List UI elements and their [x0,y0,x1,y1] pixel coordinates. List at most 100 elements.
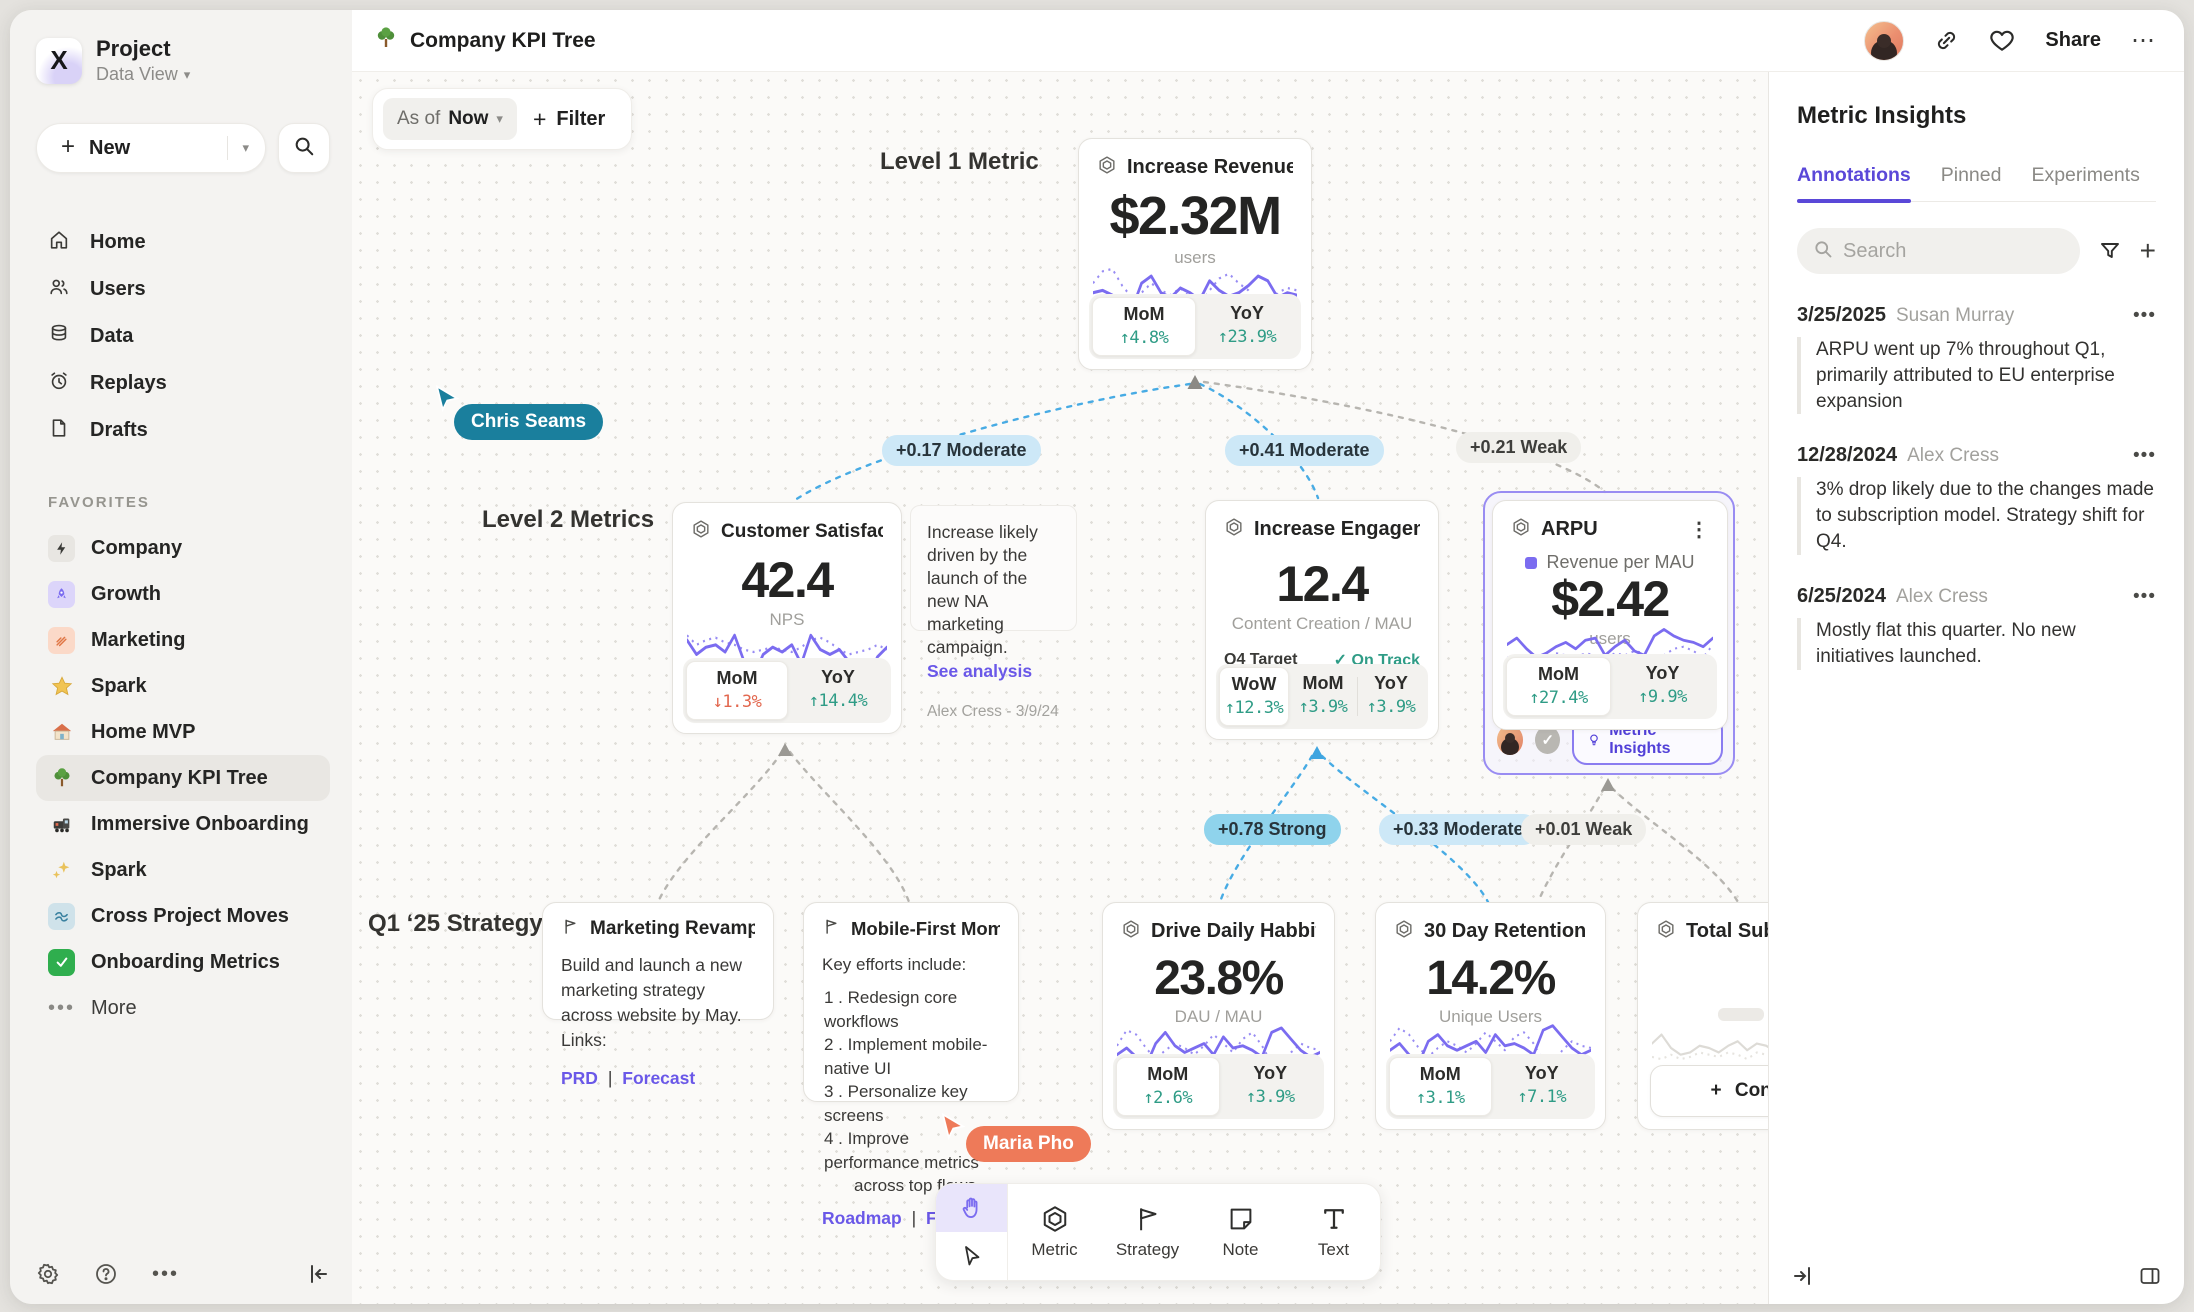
strategy-card-marketing-revamp[interactable]: Marketing Revamp Build and launch a new … [542,902,774,1020]
tab-experiments[interactable]: Experiments [2031,164,2139,201]
filter-funnel-icon[interactable] [2098,239,2122,263]
metric-card-drive-daily-habbits[interactable]: Drive Daily Habbits 23.8% DAU / MAU MoM↑… [1102,902,1335,1130]
plus-icon: + [61,133,75,161]
tool-note[interactable]: Note [1194,1184,1287,1280]
prd-link[interactable]: PRD [561,1068,598,1088]
more-options-icon[interactable]: ••• [152,1263,179,1286]
forecast-link[interactable]: Forecast [622,1068,695,1088]
search-button[interactable] [278,123,330,173]
annotation-note-card[interactable]: Increase likely driven by the launch of … [910,505,1077,631]
see-analysis-link[interactable]: See analysis [927,661,1032,681]
metric-card-30-day-retention[interactable]: 30 Day Retention 14.2% Unique Users MoM↑… [1375,902,1606,1130]
select-tool[interactable] [936,1232,1007,1280]
stat-mom[interactable]: MoM↑27.4% [1506,657,1611,716]
stat-yoy[interactable]: YoY↑23.9% [1196,297,1298,356]
sidebar-item-replays[interactable]: Replays [36,360,330,407]
sidebar-item-home[interactable]: Home [36,219,330,266]
user-avatar[interactable] [1864,21,1904,61]
stat-yoy[interactable]: YoY↑3.9% [1220,1057,1322,1116]
roadmap-link[interactable]: Roadmap [822,1208,902,1228]
metric-card-arpu[interactable]: ARPU ⋮ Revenue per MAU $2.42 users MoM↑2… [1492,500,1728,730]
favorite-cross-project-moves[interactable]: Cross Project Moves [36,893,330,939]
settings-gear-icon[interactable] [36,1262,60,1286]
metric-hexagon-icon [691,519,711,544]
favorite-home-mvp[interactable]: Home MVP [36,709,330,755]
flag-icon [1133,1204,1163,1234]
search-input[interactable] [1843,240,2064,263]
flag-icon [822,917,841,941]
collapse-sidebar-icon[interactable] [306,1262,330,1286]
stat-yoy[interactable]: YoY↑9.9% [1611,657,1714,716]
overflow-menu-icon[interactable]: ⋯ [2131,26,2156,55]
favorite-immersive-onboarding[interactable]: Immersive Onboarding [36,801,330,847]
tool-strategy[interactable]: Strategy [1101,1184,1194,1280]
hand-tool[interactable] [936,1184,1007,1232]
flag-icon [561,917,580,941]
tab-annotations[interactable]: Annotations [1797,164,1911,201]
stat-mom[interactable]: MoM↑2.6% [1116,1057,1220,1116]
help-icon[interactable] [94,1262,118,1286]
metric-card-total-subscriptions[interactable]: Total Subscript + Connec [1637,902,1768,1130]
share-button[interactable]: Share [2045,29,2101,52]
stat-mom[interactable]: MoM↑3.1% [1389,1057,1492,1116]
sidebar-nav: Home Users Data Replays Drafts [36,219,330,454]
favorite-onboarding-metrics[interactable]: Onboarding Metrics [36,939,330,985]
favorite-heart-icon[interactable] [1989,28,2015,54]
annotation-menu-icon[interactable]: ••• [2133,305,2156,327]
stat-mom[interactable]: MoM↑4.8% [1092,297,1196,356]
search-icon [293,135,315,162]
stat-wow[interactable]: WoW↑12.3% [1219,667,1289,726]
new-button-label: New [89,137,227,160]
favorite-spark-star[interactable]: Spark [36,663,330,709]
card-menu-icon[interactable]: ⋮ [1689,525,1709,535]
stat-yoy[interactable]: YoY↑3.9% [1357,667,1425,726]
note-text: Increase likely driven by the launch of … [927,522,1038,657]
connect-button[interactable]: + Connec [1650,1065,1768,1117]
workspace-switcher[interactable]: Data View ▾ [96,64,190,85]
metric-hexagon-icon [1040,1204,1070,1234]
favorite-marketing[interactable]: Marketing [36,617,330,663]
annotation-entry[interactable]: 6/25/2024 Alex Cress ••• Mostly flat thi… [1797,585,2156,670]
as-of-selector[interactable]: As of Now ▾ [383,98,517,140]
metric-card-customer-satisfaction[interactable]: Customer Satisfaction 42.4 NPS MoM↓1.3% … [672,502,902,734]
annotation-entry[interactable]: 3/25/2025 Susan Murray ••• ARPU went up … [1797,304,2156,414]
annotation-entry[interactable]: 12/28/2024 Alex Cress ••• 3% drop likely… [1797,444,2156,554]
sidebar-item-users[interactable]: Users [36,266,330,313]
add-annotation-button[interactable]: + [2140,237,2156,265]
favorite-spark-sparkles[interactable]: Spark [36,847,330,893]
stat-mom[interactable]: MoM↑3.9% [1289,667,1357,726]
topbar: Company KPI Tree Share ⋯ [352,10,2184,72]
sidebar-item-data[interactable]: Data [36,313,330,360]
cursor-arrow-icon [960,1244,984,1268]
selected-card-ring: ARPU ⋮ Revenue per MAU $2.42 users MoM↑2… [1483,491,1735,775]
level1-section-label: Level 1 Metric [880,148,1039,176]
panel-layout-icon[interactable] [2138,1264,2162,1288]
new-button[interactable]: + New ▾ [36,123,266,173]
tab-pinned[interactable]: Pinned [1941,164,2002,201]
stat-yoy[interactable]: YoY↑14.4% [788,661,888,720]
stat-mom[interactable]: MoM↓1.3% [686,661,788,720]
favorite-growth[interactable]: Growth [36,571,330,617]
plus-icon: + [1710,1080,1721,1102]
project-header[interactable]: X Project Data View ▾ [36,36,330,85]
favorites-more[interactable]: ••• More [36,985,330,1031]
metric-insights-panel: Metric Insights Annotations Pinned Exper… [1768,72,2184,1304]
favorite-company[interactable]: Company [36,525,330,571]
tool-metric[interactable]: Metric [1008,1184,1101,1280]
annotation-menu-icon[interactable]: ••• [2133,445,2156,467]
metric-card-increase-engagement[interactable]: Increase Engagement 12.4 Content Creatio… [1205,500,1439,740]
favorite-company-kpi-tree[interactable]: Company KPI Tree [36,755,330,801]
sidebar-item-drafts[interactable]: Drafts [36,407,330,454]
metric-hexagon-icon [1224,517,1244,542]
chevron-down-icon[interactable]: ▾ [242,140,249,156]
annotation-menu-icon[interactable]: ••• [2133,586,2156,608]
metric-card-increase-revenue[interactable]: Increase Revenue $2.32M users MoM↑4.8% Y… [1078,138,1312,370]
strategy-card-mobile-first[interactable]: Mobile-First Momentum Key efforts includ… [803,902,1019,1102]
stat-yoy[interactable]: YoY↑7.1% [1492,1057,1593,1116]
correlation-badge: +0.01 Weak [1521,814,1646,845]
copy-link-icon[interactable] [1934,28,1959,53]
filter-button[interactable]: + Filter [527,106,611,133]
tool-text[interactable]: Text [1287,1184,1380,1280]
kpi-canvas[interactable]: As of Now ▾ + Filter Level 1 Metric Leve… [352,72,1768,1304]
collapse-panel-icon[interactable] [1791,1264,1815,1288]
